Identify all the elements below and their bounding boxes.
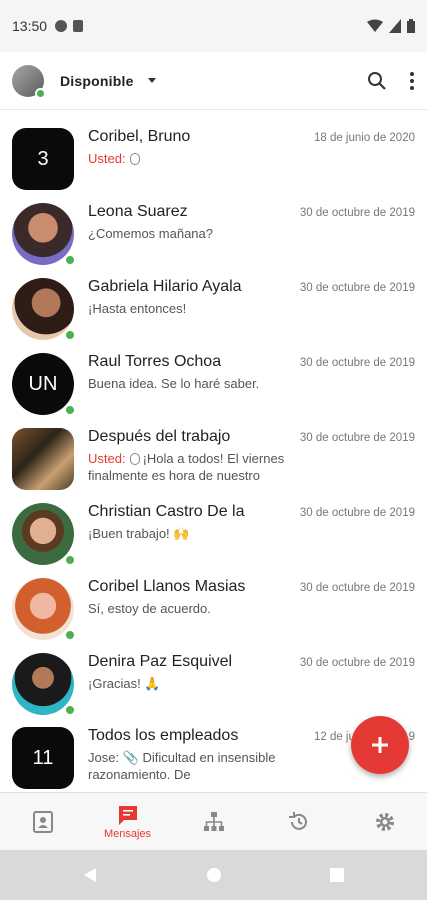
wifi-icon [367, 19, 383, 32]
online-status-dot [64, 404, 76, 416]
message-preview: Usted: [88, 150, 328, 167]
contacts-icon [32, 811, 53, 833]
attachment-icon [129, 453, 140, 465]
presence-selector[interactable]: Disponible [60, 73, 134, 89]
avatar [12, 278, 76, 341]
message-preview: ¡Buen trabajo! 🙌 [88, 526, 190, 541]
conversation-row[interactable]: Coribel Llanos Masias 30 de octubre de 2… [0, 578, 427, 652]
nav-org-chart[interactable] [171, 793, 256, 851]
message-date: 30 de octubre de 2019 [299, 207, 415, 219]
conversation-row[interactable]: Leona Suarez 30 de octubre de 2019 ¿Come… [0, 203, 427, 277]
online-status-dot [64, 329, 76, 341]
system-navigation-bar [0, 850, 427, 900]
avatar: 11 [12, 727, 74, 789]
my-avatar[interactable] [12, 64, 46, 99]
avatar [12, 203, 76, 266]
bottom-navigation: Mensajes [0, 792, 427, 850]
conversation-list: 3 Coribel, Bruno 18 de junio de 2020 Ust… [0, 110, 427, 792]
avatar [12, 428, 74, 490]
status-time: 13:50 [12, 18, 48, 34]
message-preview: Sí, estoy de acuerdo. [88, 601, 211, 616]
nav-history[interactable] [256, 793, 341, 851]
nav-settings[interactable] [342, 793, 427, 851]
contact-name: Denira Paz Esquivel [88, 653, 233, 670]
contact-name: Todos los empleados [88, 727, 239, 744]
notification-icon [55, 20, 68, 32]
conversation-row[interactable]: Christian Castro De la 30 de octubre de … [0, 503, 427, 577]
conversation-row[interactable]: Denira Paz Esquivel 30 de octubre de 201… [0, 653, 427, 727]
message-preview: ¿Comemos mañana? [88, 226, 213, 241]
message-preview: ¡Gracias! 🙏 [88, 676, 161, 691]
avatar: UN [12, 353, 76, 416]
nav-messages[interactable]: Mensajes [85, 793, 170, 851]
conversation-row[interactable]: UN Raul Torres Ochoa 30 de octubre de 20… [0, 353, 427, 427]
app-header: Disponible [0, 52, 427, 110]
signal-icon [389, 19, 401, 33]
conversation-row[interactable]: 3 Coribel, Bruno 18 de junio de 2020 Ust… [0, 128, 427, 202]
online-status-dot [64, 254, 76, 266]
search-icon[interactable] [367, 71, 387, 91]
battery-icon [407, 19, 415, 33]
contact-name: Coribel Llanos Masias [88, 578, 246, 595]
more-vert-icon[interactable] [409, 71, 415, 91]
chevron-down-icon[interactable] [147, 78, 156, 83]
avatar: 3 [12, 128, 74, 190]
online-status-dot [64, 704, 76, 716]
message-preview: Jose: 📎 Dificultad en insensible razonam… [88, 750, 276, 782]
sim-icon [73, 20, 84, 32]
nav-messages-label: Mensajes [103, 828, 152, 840]
conversation-row[interactable]: Gabriela Hilario Ayala 30 de octubre de … [0, 278, 427, 352]
contact-name: Después del trabajo [88, 428, 231, 445]
settings-icon [375, 813, 394, 831]
org-chart-icon [203, 812, 224, 831]
message-date: 30 de octubre de 2019 [299, 282, 415, 294]
message-date: 30 de octubre de 2019 [299, 582, 415, 594]
conversation-row[interactable]: Después del trabajo 30 de octubre de 201… [0, 428, 427, 502]
contact-name: Coribel, Bruno [88, 128, 191, 145]
avatar [12, 503, 76, 566]
status-bar: 13:50 [0, 0, 427, 52]
recents-icon[interactable] [330, 868, 344, 882]
attachment-icon [129, 153, 140, 165]
avatar [12, 653, 76, 716]
message-date: 30 de octubre de 2019 [299, 507, 415, 519]
message-date: 30 de octubre de 2019 [299, 657, 415, 669]
online-status-dot [64, 554, 76, 566]
nav-contacts[interactable] [0, 793, 85, 851]
home-icon[interactable] [206, 867, 222, 883]
online-status-dot [64, 629, 76, 641]
contact-name: Raul Torres Ochoa [88, 353, 222, 370]
message-date: 30 de octubre de 2019 [299, 432, 415, 444]
contact-name: Gabriela Hilario Ayala [88, 278, 242, 295]
message-date: 18 de junio de 2020 [313, 132, 415, 144]
back-icon[interactable] [82, 867, 98, 883]
add-icon [372, 737, 388, 753]
messages-icon [118, 806, 137, 825]
contact-name: Christian Castro De la [88, 503, 245, 520]
message-preview: Buena idea. Se lo haré saber. [88, 376, 260, 391]
message-preview: Usted: ¡Hola a todos! El viernes finalmen… [88, 451, 285, 483]
message-preview: ¡Hasta entonces! [88, 301, 187, 316]
message-date: 30 de octubre de 2019 [299, 357, 415, 369]
contact-name: Leona Suarez [88, 203, 188, 220]
avatar [12, 578, 76, 641]
history-icon [288, 812, 307, 830]
online-status-dot [35, 87, 46, 99]
new-conversation-button[interactable] [351, 716, 409, 774]
